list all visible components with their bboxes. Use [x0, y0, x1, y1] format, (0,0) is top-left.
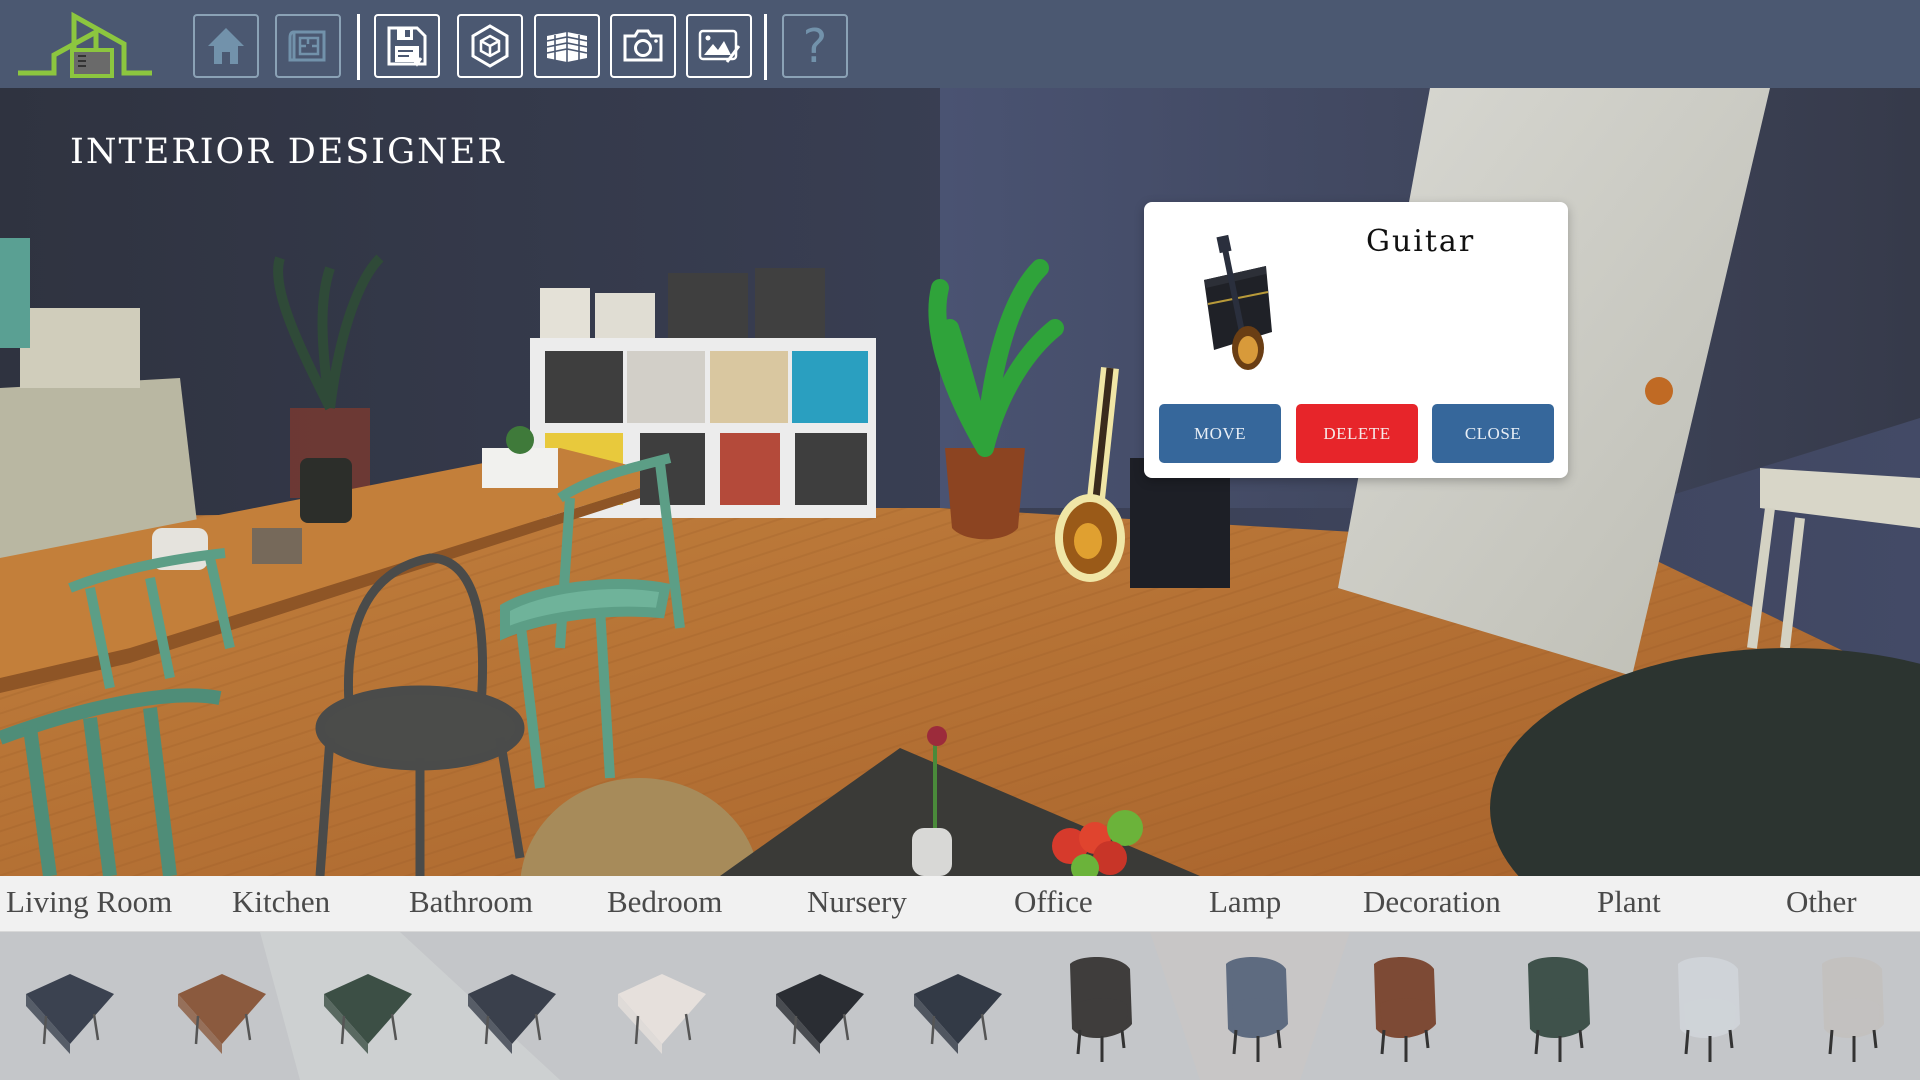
- 3d-view-button[interactable]: [457, 14, 523, 78]
- category-tabs: Living Room Kitchen Bathroom Bedroom Nur…: [0, 876, 1920, 932]
- dark-grey-lounge-chair-thumbnail: [1070, 957, 1132, 1062]
- tab-lamp[interactable]: Lamp: [1209, 884, 1281, 920]
- help-icon: ?: [802, 19, 828, 73]
- cube-icon: [471, 24, 509, 68]
- room-3d-viewport[interactable]: [0, 88, 1920, 876]
- brown-leather-pouf-thumbnail: [178, 974, 266, 1054]
- furniture-item-strip[interactable]: [0, 932, 1920, 1080]
- help-button[interactable]: ?: [782, 14, 848, 78]
- floorplan-button[interactable]: [275, 14, 341, 78]
- image-edit-icon: [698, 29, 741, 63]
- grey-tub-chair-thumbnail: [1822, 957, 1884, 1062]
- green-footstool-thumbnail: [324, 974, 412, 1054]
- save-button[interactable]: [374, 14, 440, 78]
- furniture-item-navy-square-ottoman[interactable]: [898, 944, 1018, 1068]
- move-button[interactable]: MOVE: [1159, 404, 1281, 463]
- blue-wingback-chair-thumbnail: [1226, 957, 1288, 1062]
- guitar-amp-thumbnail: [1204, 234, 1272, 370]
- tab-decoration[interactable]: Decoration: [1363, 884, 1501, 920]
- toolbar-divider: [357, 14, 360, 80]
- furniture-item-black-bench-ottoman[interactable]: [760, 944, 880, 1068]
- white-tufted-pouf-thumbnail: [618, 974, 706, 1054]
- home-button[interactable]: [193, 14, 259, 78]
- room-scene[interactable]: [0, 88, 1920, 876]
- toolbar-divider: [764, 14, 767, 80]
- selected-item-name: Guitar: [1366, 224, 1476, 259]
- furniture-item-white-rattan-armchair[interactable]: [1648, 944, 1768, 1068]
- tab-other[interactable]: Other: [1786, 884, 1857, 920]
- tab-bedroom[interactable]: Bedroom: [607, 884, 722, 920]
- dark-leather-ottoman-thumbnail: [26, 974, 114, 1054]
- blueprint-icon: [288, 30, 326, 62]
- brown-leather-chaise-thumbnail: [1374, 957, 1436, 1062]
- tab-living-room[interactable]: Living Room: [6, 884, 172, 920]
- furniture-item-white-tufted-pouf[interactable]: [602, 944, 722, 1068]
- furniture-item-brown-leather-pouf[interactable]: [162, 944, 282, 1068]
- lantern: [300, 458, 352, 523]
- furniture-item-blue-wingback-chair[interactable]: [1196, 944, 1316, 1068]
- furniture-item-dark-grey-lounge-chair[interactable]: [1040, 944, 1160, 1068]
- tufted-x-bench-thumbnail: [468, 974, 556, 1054]
- navy-square-ottoman-thumbnail: [914, 974, 1002, 1054]
- tab-bathroom[interactable]: Bathroom: [409, 884, 533, 920]
- wall-poster: [0, 238, 30, 348]
- tab-office[interactable]: Office: [1014, 884, 1093, 920]
- furniture-item-green-footstool[interactable]: [308, 944, 428, 1068]
- green-egg-chair-thumbnail: [1528, 957, 1590, 1062]
- edit-image-button[interactable]: [686, 14, 752, 78]
- delete-button[interactable]: DELETE: [1296, 404, 1418, 463]
- furniture-item-dark-leather-ottoman[interactable]: [10, 944, 130, 1068]
- tab-plant[interactable]: Plant: [1597, 884, 1661, 920]
- house-logo-icon[interactable]: [14, 10, 154, 78]
- camera-icon: [623, 29, 663, 62]
- vase: [912, 828, 952, 876]
- furniture-item-grey-tub-chair[interactable]: [1792, 944, 1912, 1068]
- screenshot-button[interactable]: [610, 14, 676, 78]
- top-toolbar: ?: [0, 0, 1920, 88]
- close-button[interactable]: CLOSE: [1432, 404, 1554, 463]
- tab-kitchen[interactable]: Kitchen: [232, 884, 330, 920]
- furniture-item-tufted-x-bench[interactable]: [452, 944, 572, 1068]
- app-title: INTERIOR DESIGNER: [70, 132, 506, 172]
- door-knob: [1645, 377, 1673, 405]
- black-bench-ottoman-thumbnail: [776, 974, 864, 1054]
- furniture-item-brown-leather-chaise[interactable]: [1344, 944, 1464, 1068]
- book: [252, 528, 302, 564]
- white-rattan-armchair-thumbnail: [1678, 957, 1740, 1062]
- brick-wall-icon: [546, 32, 588, 62]
- tab-nursery[interactable]: Nursery: [807, 884, 907, 920]
- furniture-item-green-egg-chair[interactable]: [1498, 944, 1618, 1068]
- home-icon: [208, 28, 244, 64]
- save-download-icon: [387, 26, 427, 67]
- walls-button[interactable]: [534, 14, 600, 78]
- item-action-popup: Guitar MOVE DELETE CLOSE: [1144, 202, 1568, 478]
